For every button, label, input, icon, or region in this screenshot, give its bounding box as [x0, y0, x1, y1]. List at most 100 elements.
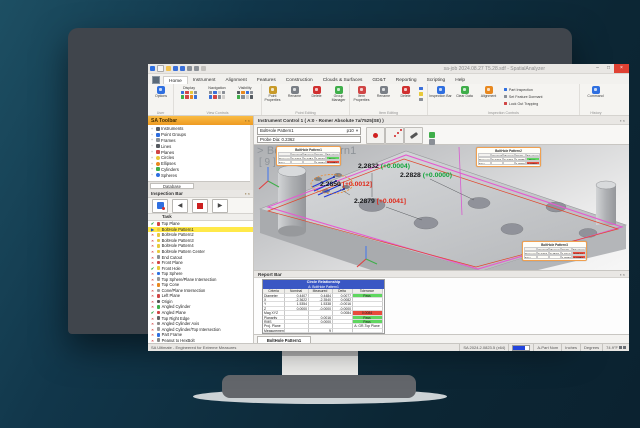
delete-item-button[interactable]: Delete [395, 86, 416, 99]
visibility-controls[interactable]: Visibility [231, 86, 259, 99]
lock-out-trapping-button[interactable]: Lock Out Trapping [504, 100, 542, 107]
status-active-frame[interactable]: A-Part Nom [533, 344, 561, 351]
visibility-icon[interactable] [241, 95, 244, 98]
group-manager-button[interactable]: Group Manager [328, 86, 349, 103]
close-panel-icon[interactable]: × [248, 191, 250, 196]
graphics-viewport[interactable]: > BoltHole Pattern1 [ 9 ] 2.2832 (+0.000… [254, 145, 629, 270]
pin-icon[interactable]: ▪ [245, 191, 246, 196]
command-button[interactable]: Command [585, 86, 606, 99]
next-feature-button[interactable]: ▶ [212, 199, 228, 213]
display-controls[interactable]: Display [175, 86, 203, 99]
pin-icon[interactable]: ▪ [620, 272, 621, 277]
close-panel-icon[interactable]: × [623, 118, 625, 123]
report-tab-boltholes[interactable]: BoltHole Pattern1 [257, 336, 311, 344]
navigation-icon[interactable] [218, 95, 221, 98]
stop-measure-button[interactable] [192, 199, 208, 213]
quick-access-more-icon[interactable] [201, 66, 206, 71]
feature-callout[interactable]: BoltHole Pattern2 NominalMeasuredDeltaTo… [476, 147, 541, 167]
redo-icon[interactable] [194, 66, 199, 71]
close-panel-icon[interactable]: × [248, 118, 250, 123]
item-extra-icon[interactable] [419, 87, 422, 90]
visibility-icon[interactable] [237, 95, 240, 98]
expand-icon[interactable]: + [151, 127, 154, 131]
target-feature-field[interactable]: BoltHole Pattern1 p10 ▾ [257, 127, 361, 135]
tab-home[interactable]: Home [163, 76, 188, 84]
part-inspection-button[interactable]: Part Inspection [504, 86, 542, 93]
expand-icon[interactable]: + [151, 167, 154, 171]
visibility-icon[interactable] [237, 91, 240, 94]
tab-features[interactable]: Features [252, 76, 281, 84]
expand-icon[interactable]: + [151, 173, 154, 177]
visibility-icon[interactable] [250, 95, 253, 98]
tab-scripting[interactable]: Scripting [422, 76, 451, 84]
open-icon[interactable] [166, 66, 171, 71]
pin-icon[interactable]: ▪ [620, 118, 621, 123]
feature-callout[interactable]: BoltHole Pattern3 NominalMeasuredDeltaTo… [522, 241, 587, 261]
expand-icon[interactable]: + [151, 133, 154, 137]
expand-icon[interactable]: + [151, 156, 154, 160]
expand-icon[interactable]: + [151, 162, 154, 166]
status-angles[interactable]: Degrees [580, 344, 602, 351]
expand-icon[interactable]: + [151, 150, 154, 154]
chevron-down-icon[interactable]: ▾ [356, 128, 358, 134]
delete-point-button[interactable]: Delete [306, 86, 327, 99]
minimize-button[interactable]: – [592, 64, 603, 73]
status-units[interactable]: Inches [561, 344, 580, 351]
status-temperature[interactable]: 74.9°F [602, 344, 629, 351]
tab-clouds-surfaces[interactable]: Clouds & Surfaces [318, 76, 368, 84]
visibility-icon[interactable] [246, 95, 249, 98]
display-icon[interactable] [190, 95, 193, 98]
visibility-icon[interactable] [246, 91, 249, 94]
inspection-bar-header[interactable]: Inspection Bar ▪ × [148, 190, 253, 198]
file-menu-button[interactable] [148, 75, 163, 84]
tab-reporting[interactable]: Reporting [391, 76, 422, 84]
visibility-icon[interactable] [241, 91, 244, 94]
instrument-control-header[interactable]: Instrument Control 1 ( A:0 - Romer Absol… [254, 116, 629, 125]
display-icon[interactable] [185, 91, 188, 94]
tab-alignment[interactable]: Alignment [220, 76, 251, 84]
visibility-icon[interactable] [250, 91, 253, 94]
display-icon[interactable] [185, 95, 188, 98]
probe-button[interactable] [404, 127, 423, 144]
display-icon[interactable] [194, 95, 197, 98]
tab-database[interactable]: Database [150, 183, 194, 190]
display-icon[interactable] [194, 91, 197, 94]
stream-points-button[interactable] [385, 127, 404, 144]
expand-icon[interactable]: + [151, 144, 154, 148]
rename-point-button[interactable]: Rename [284, 86, 305, 99]
tab-help[interactable]: Help [450, 76, 470, 84]
toolbar-extra-buttons[interactable] [423, 127, 440, 142]
navigation-icon[interactable] [218, 91, 221, 94]
point-properties-button[interactable]: Point Properties [262, 86, 283, 103]
previous-feature-button[interactable]: ◀ [172, 199, 188, 213]
report-bar-header[interactable]: Report Bar ▪ × [254, 270, 629, 278]
tab-instrument[interactable]: Instrument [188, 76, 221, 84]
save-icon[interactable] [173, 66, 178, 71]
pin-icon[interactable]: ▪ [245, 118, 246, 123]
close-panel-icon[interactable]: × [623, 272, 625, 277]
navigation-icon[interactable] [213, 95, 216, 98]
display-icon[interactable] [181, 91, 184, 94]
maximize-button[interactable]: □ [603, 64, 614, 73]
navigation-icon[interactable] [209, 95, 212, 98]
options-button[interactable]: Options [151, 86, 172, 99]
new-file-icon[interactable] [157, 65, 164, 72]
tree-scrollbar[interactable] [250, 125, 253, 182]
inspection-home-button[interactable] [152, 199, 168, 213]
tab-construction[interactable]: Construction [281, 76, 318, 84]
tree-item-spheres[interactable]: +Spheres [148, 172, 253, 178]
navigation-icon[interactable] [209, 91, 212, 94]
report-table[interactable]: Circle Relationship A: BoltHole Pattern1… [262, 279, 385, 334]
item-properties-button[interactable]: Item Properties [351, 86, 372, 103]
probe-diameter-field[interactable]: Probe Dia: 0.2362 [257, 136, 361, 144]
item-extra-icon[interactable] [419, 98, 422, 101]
rename-item-button[interactable]: Rename [373, 86, 394, 99]
expand-icon[interactable]: + [151, 138, 154, 142]
close-button[interactable]: × [614, 64, 629, 73]
undo-icon[interactable] [187, 66, 192, 71]
tab-gdt[interactable]: GD&T [367, 76, 390, 84]
save-all-icon[interactable] [180, 66, 185, 71]
set-feature-dormant-button[interactable]: Set Feature Dormant [504, 93, 542, 100]
navigation-icon[interactable] [222, 95, 225, 98]
navigation-icon[interactable] [222, 91, 225, 94]
